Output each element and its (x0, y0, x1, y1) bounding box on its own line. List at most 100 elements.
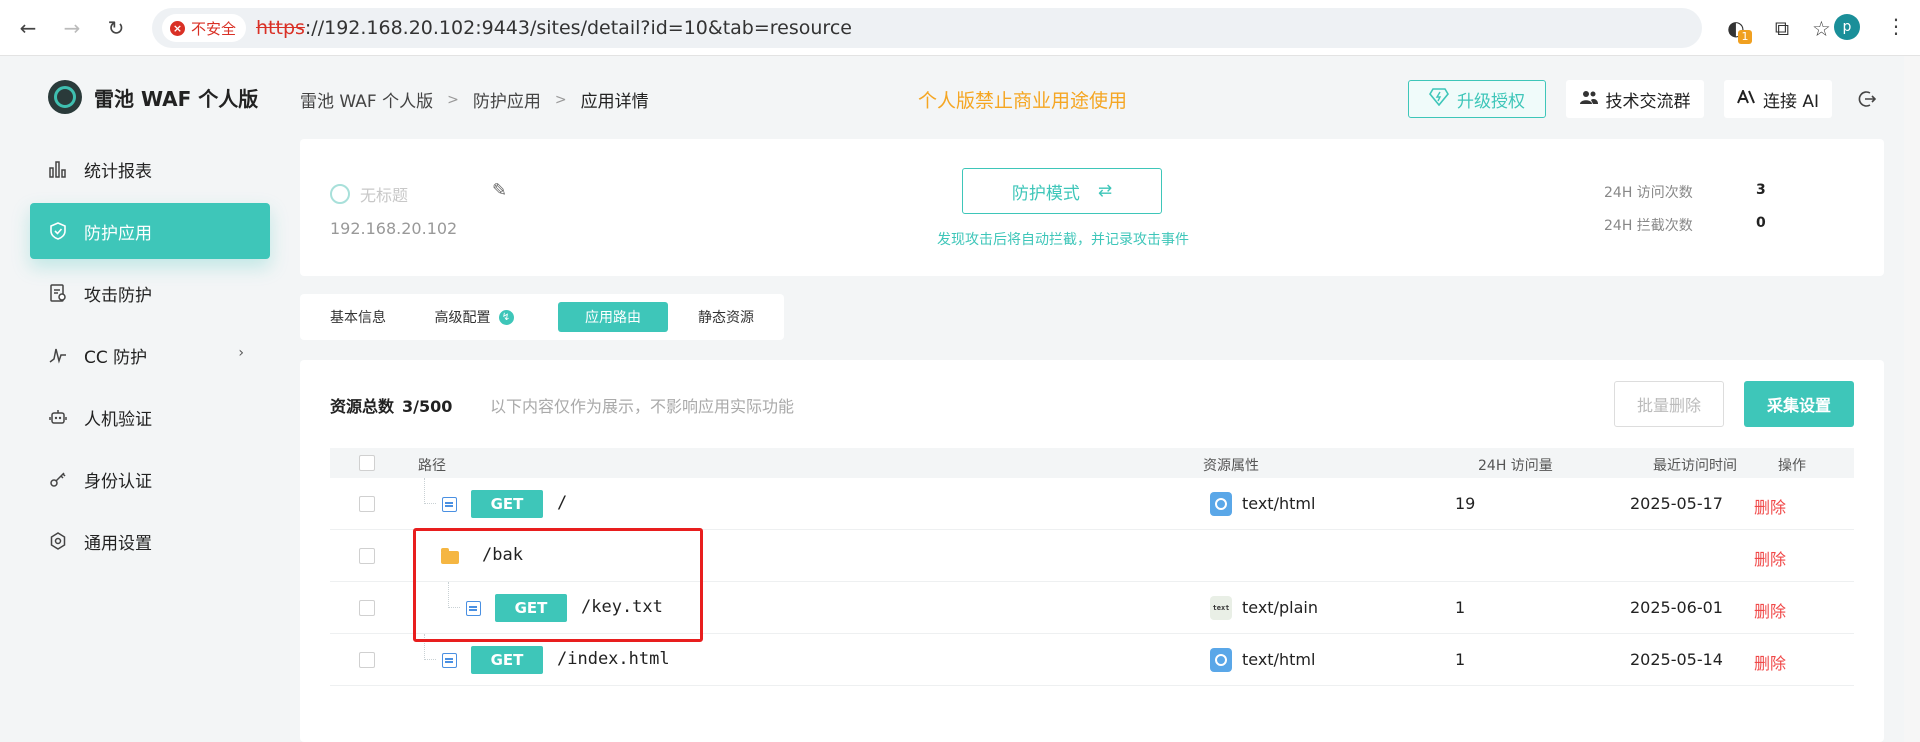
file-icon (466, 601, 481, 616)
breadcrumb-current: 应用详情 (580, 92, 649, 112)
column-header-action: 操作 (1778, 458, 1806, 474)
resource-total-label: 资源总数 (330, 397, 395, 416)
browser-menu-icon[interactable]: ⋮ (1886, 14, 1906, 38)
tech-group-button[interactable]: 技术交流群 (1566, 80, 1704, 118)
globe-icon (330, 184, 350, 204)
swap-icon: ⇄ (1097, 181, 1113, 201)
tab-static-resources[interactable]: 静态资源 (680, 302, 772, 332)
resource-last-access: 2025-06-01 (1630, 598, 1723, 617)
delete-link[interactable]: 删除 (1754, 598, 1786, 622)
row-checkbox[interactable] (359, 548, 375, 564)
group-label: 技术交流群 (1605, 91, 1691, 112)
gear-icon (48, 531, 68, 551)
resource-path: / (557, 493, 568, 513)
sidebar-item-label: 防护应用 (84, 223, 152, 244)
tab-label: 静态资源 (698, 310, 754, 326)
security-chip[interactable]: × 不安全 (162, 14, 247, 42)
brand-name: 雷池 WAF 个人版 (94, 87, 259, 111)
resource-path: /key.txt (581, 597, 663, 617)
puzzle-icon[interactable]: ⧉ (1768, 14, 1796, 42)
sidebar-item-captcha[interactable]: 人机验证 (30, 389, 270, 445)
address-bar[interactable]: × 不安全 https://192.168.20.102:9443/sites/… (152, 8, 1831, 48)
connect-ai-button[interactable]: 连接 AI (1724, 80, 1832, 118)
upgrade-license-button[interactable]: 升级授权 (1408, 80, 1546, 118)
license-notice: 个人版禁止商业用途使用 (918, 90, 1128, 112)
tab-label: 应用路由 (585, 310, 641, 326)
table-row: GET /index.html text/html 1 2025-05-14 删… (330, 634, 1854, 686)
collect-settings-button[interactable]: 采集设置 (1744, 381, 1854, 427)
profile-avatar[interactable]: p (1834, 14, 1860, 40)
resource-mime: text/html (1242, 494, 1316, 513)
logout-icon[interactable] (1852, 84, 1882, 114)
lightning-badge-icon: ↯ (498, 309, 514, 325)
shield-icon (48, 221, 68, 241)
table-header: 路径 资源属性 24H 访问量 最近访问时间 操作 (330, 448, 1854, 478)
security-label: 不安全 (191, 19, 237, 38)
url-text[interactable]: https://192.168.20.102:9443/sites/detail… (256, 17, 852, 39)
site-ip: 192.168.20.102 (330, 219, 458, 238)
breadcrumb-item[interactable]: 防护应用 (473, 87, 541, 112)
sidebar-item-stats[interactable]: 统计报表 (30, 141, 270, 197)
row-checkbox[interactable] (359, 600, 375, 616)
resource-path: /index.html (557, 649, 670, 669)
resource-last-access: 2025-05-14 (1630, 650, 1723, 669)
column-header-attribute: 资源属性 (1203, 458, 1259, 474)
row-checkbox[interactable] (359, 652, 375, 668)
forward-icon[interactable]: → (58, 14, 86, 42)
html-icon (1210, 648, 1232, 672)
resource-total-count: 3/500 (402, 397, 453, 416)
resource-mime: text/plain (1242, 598, 1318, 617)
key-icon (48, 469, 68, 489)
tab-basic-info[interactable]: 基本信息 (314, 302, 402, 332)
protection-mode-button[interactable]: 防护模式 ⇄ (962, 168, 1162, 214)
mode-description: 发现攻击后将自动拦截，并记录攻击事件 (937, 232, 1189, 248)
sidebar-item-label: CC 防护 (84, 347, 148, 368)
page-scrollbar[interactable] (1904, 56, 1920, 742)
delete-link[interactable]: 删除 (1754, 494, 1786, 518)
reload-icon[interactable]: ↻ (102, 14, 130, 42)
row-checkbox[interactable] (359, 496, 375, 512)
delete-link[interactable]: 删除 (1754, 650, 1786, 674)
site-title-text: 无标题 (360, 186, 409, 205)
sidebar-item-attack-protection[interactable]: 攻击防护 (30, 265, 270, 321)
logo-icon (48, 80, 82, 114)
resource-last-access: 2025-05-17 (1630, 494, 1723, 513)
site-info-card: 无标题 ✎ 192.168.20.102 防护模式 ⇄ 发现攻击后将自动拦截，并… (300, 139, 1884, 276)
html-icon (1210, 492, 1232, 516)
folder-open-icon (441, 548, 459, 564)
method-badge: GET (471, 490, 543, 518)
document-check-icon (48, 283, 68, 303)
txt-icon: text (1210, 596, 1232, 620)
sidebar-item-label: 攻击防护 (84, 285, 152, 306)
extension-badge: 1 (1738, 30, 1752, 44)
resource-visits: 1 (1455, 598, 1466, 617)
tab-advanced-config[interactable]: 高级配置 ↯ (418, 302, 530, 332)
pulse-icon (48, 345, 68, 365)
column-header-path: 路径 (418, 458, 446, 474)
select-all-checkbox[interactable] (359, 455, 375, 471)
ai-logo-icon (1737, 88, 1755, 109)
bookmark-star-icon[interactable]: ☆ (1812, 17, 1831, 41)
sidebar-item-protected-apps[interactable]: 防护应用 (30, 203, 270, 259)
resource-mime: text/html (1242, 650, 1316, 669)
stat-label-visits: 24H 访问次数 (1604, 185, 1693, 201)
resource-total: 资源总数 3/500 (330, 393, 452, 417)
batch-delete-button[interactable]: 批量删除 (1614, 381, 1724, 427)
sidebar-item-label: 人机验证 (84, 409, 152, 430)
breadcrumb-item[interactable]: 雷池 WAF 个人版 (300, 87, 433, 112)
sidebar-item-settings[interactable]: 通用设置 (30, 513, 270, 569)
sidebar-item-label: 身份认证 (84, 471, 152, 492)
browser-toolbar: ← → ↻ × 不安全 https://192.168.20.102:9443/… (0, 0, 1920, 56)
stat-value-visits: 3 (1756, 182, 1766, 198)
sidebar-item-cc-protection[interactable]: CC 防护 › (30, 327, 270, 383)
table-row: GET /key.txt text text/plain 1 2025-06-0… (330, 582, 1854, 634)
chevron-right-icon: > (447, 91, 459, 108)
sidebar-item-label: 通用设置 (84, 533, 152, 554)
sidebar-item-auth[interactable]: 身份认证 (30, 451, 270, 507)
tab-app-routes[interactable]: 应用路由 (558, 302, 668, 332)
edit-icon[interactable]: ✎ (492, 180, 507, 201)
delete-link[interactable]: 删除 (1754, 546, 1786, 570)
stat-value-blocks: 0 (1756, 215, 1766, 231)
back-icon[interactable]: ← (14, 14, 42, 42)
resource-panel: 资源总数 3/500 以下内容仅作为展示，不影响应用实际功能 批量删除 采集设置 … (300, 360, 1884, 742)
